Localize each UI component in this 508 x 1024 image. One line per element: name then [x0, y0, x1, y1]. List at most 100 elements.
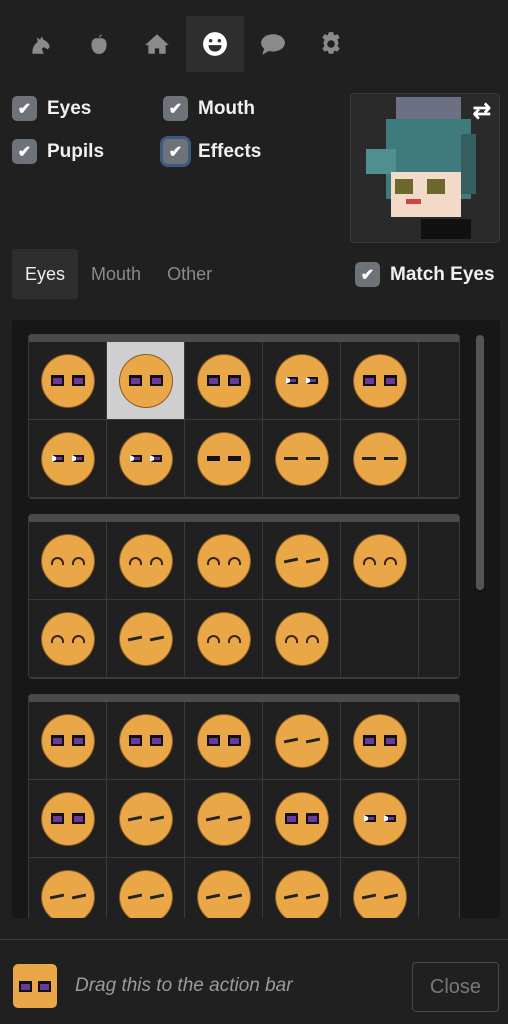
subtab-other[interactable]: Other [154, 249, 225, 299]
emote-face-icon [197, 354, 250, 407]
eye-icon [149, 375, 163, 386]
emote-group [28, 694, 460, 918]
emote-cell[interactable] [185, 858, 263, 918]
emote-cell[interactable] [29, 420, 107, 498]
eye-icon [362, 375, 376, 386]
eye-icon [362, 556, 376, 565]
tab-apple[interactable] [70, 16, 128, 72]
emote-cell[interactable] [263, 780, 341, 858]
emote-cell[interactable] [185, 780, 263, 858]
emote-face-icon [353, 714, 406, 767]
eye-icon [305, 893, 320, 900]
subtab-eyes[interactable]: Eyes [12, 249, 79, 299]
emote-cell[interactable] [341, 858, 419, 918]
emote-cell[interactable] [341, 420, 419, 498]
subtab-mouth[interactable]: Mouth [78, 249, 154, 299]
main-tabs [12, 16, 360, 72]
eye-icon [285, 377, 298, 384]
tab-emotes[interactable] [186, 16, 244, 72]
emote-cell[interactable] [263, 522, 341, 600]
home-icon [145, 34, 169, 54]
eye-icon [283, 457, 298, 460]
emote-cell[interactable] [107, 858, 185, 918]
emote-cell[interactable] [29, 858, 107, 918]
emote-cell[interactable] [107, 600, 185, 678]
emote-cell[interactable] [107, 420, 185, 498]
swap-icon[interactable]: ⇄ [473, 98, 491, 124]
emote-face-icon [197, 870, 250, 918]
eye-icon [149, 815, 164, 822]
emote-cell[interactable] [185, 702, 263, 780]
emote-face-icon [119, 612, 172, 665]
eye-icon [305, 377, 318, 384]
emote-cell[interactable] [29, 522, 107, 600]
emote-cell[interactable] [341, 780, 419, 858]
scrollbar[interactable] [476, 335, 484, 590]
tab-chat[interactable] [244, 16, 302, 72]
eye-icon [128, 375, 142, 386]
drag-emote-icon[interactable] [13, 964, 57, 1008]
eye-icon [206, 556, 220, 565]
emote-cell[interactable] [107, 780, 185, 858]
tab-settings[interactable] [302, 16, 360, 72]
match-eyes-label: Match Eyes [390, 263, 495, 285]
emote-face-icon [275, 792, 328, 845]
eye-icon [283, 557, 298, 564]
emote-cell[interactable] [29, 342, 107, 420]
eye-icon [71, 893, 86, 900]
emote-cell[interactable] [341, 342, 419, 420]
eye-icon [227, 375, 241, 386]
mouth-checkbox[interactable]: ✔ Mouth [163, 96, 255, 121]
empty-cell [419, 420, 459, 498]
emote-cell[interactable] [185, 420, 263, 498]
emote-cell[interactable] [107, 522, 185, 600]
emote-cell[interactable] [107, 342, 185, 420]
emote-cell[interactable] [29, 702, 107, 780]
emote-cell[interactable] [263, 342, 341, 420]
eye-icon [227, 456, 241, 461]
match-eyes-checkbox[interactable]: ✔ Match Eyes [355, 262, 495, 287]
eye-icon [383, 375, 397, 386]
eye-icon [227, 634, 241, 643]
eye-icon [284, 634, 298, 643]
eye-icon [206, 634, 220, 643]
emote-cell[interactable] [185, 522, 263, 600]
emote-cell[interactable] [263, 600, 341, 678]
emote-face-icon [275, 534, 328, 587]
chat-icon [261, 34, 285, 55]
close-button[interactable]: Close [412, 962, 499, 1012]
emote-cell[interactable] [263, 420, 341, 498]
eye-icon [383, 735, 397, 746]
eye-icon [71, 634, 85, 643]
emote-cell[interactable] [341, 702, 419, 780]
emote-face-icon [275, 714, 328, 767]
eye-icon [305, 557, 320, 564]
pupils-checkbox[interactable]: ✔ Pupils [12, 139, 104, 164]
emote-cell[interactable] [263, 858, 341, 918]
emote-face-icon [353, 792, 406, 845]
emote-face-icon [119, 432, 172, 485]
emote-cell[interactable] [185, 342, 263, 420]
eye-icon [305, 634, 319, 643]
eye-icon [149, 735, 163, 746]
eye-icon [362, 735, 376, 746]
effects-checkbox[interactable]: ✔ Effects [163, 139, 261, 164]
emote-face-icon [119, 870, 172, 918]
eye-icon [51, 455, 64, 462]
eye-icon [129, 455, 142, 462]
emote-cell[interactable] [107, 702, 185, 780]
eyes-checkbox[interactable]: ✔ Eyes [12, 96, 91, 121]
pupils-label: Pupils [47, 140, 105, 162]
emote-cell[interactable] [341, 522, 419, 600]
horse-icon [32, 36, 50, 54]
tab-home[interactable] [128, 16, 186, 72]
emote-group [28, 514, 460, 679]
emote-face-icon [197, 534, 250, 587]
eye-icon [206, 735, 220, 746]
emote-cell[interactable] [263, 702, 341, 780]
emote-cell[interactable] [185, 600, 263, 678]
eye-icon [127, 893, 142, 900]
tab-horse[interactable] [12, 16, 70, 72]
emote-cell[interactable] [29, 600, 107, 678]
emote-cell[interactable] [29, 780, 107, 858]
